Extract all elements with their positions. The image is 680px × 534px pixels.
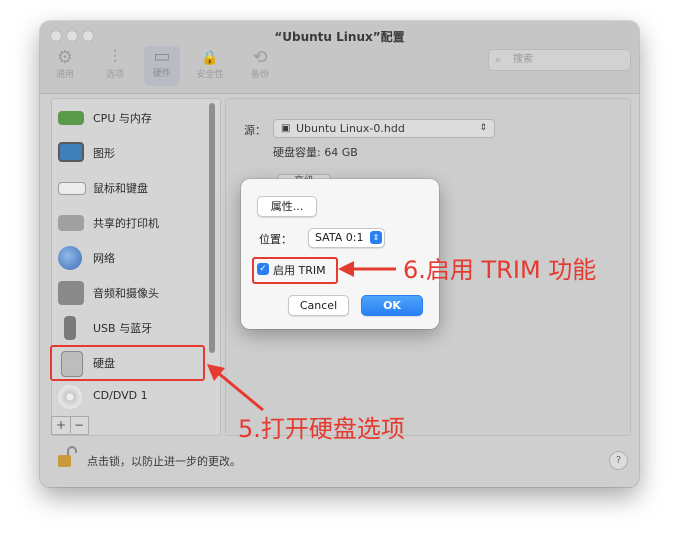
arrow-to-hard-disk-head xyxy=(207,364,225,381)
step6-annotation: 6.启用 TRIM 功能 xyxy=(403,256,597,284)
step5-annotation: 5.打开硬盘选项 xyxy=(238,415,405,443)
arrow-to-hard-disk xyxy=(216,370,264,412)
arrow-to-trim-head xyxy=(338,261,354,277)
